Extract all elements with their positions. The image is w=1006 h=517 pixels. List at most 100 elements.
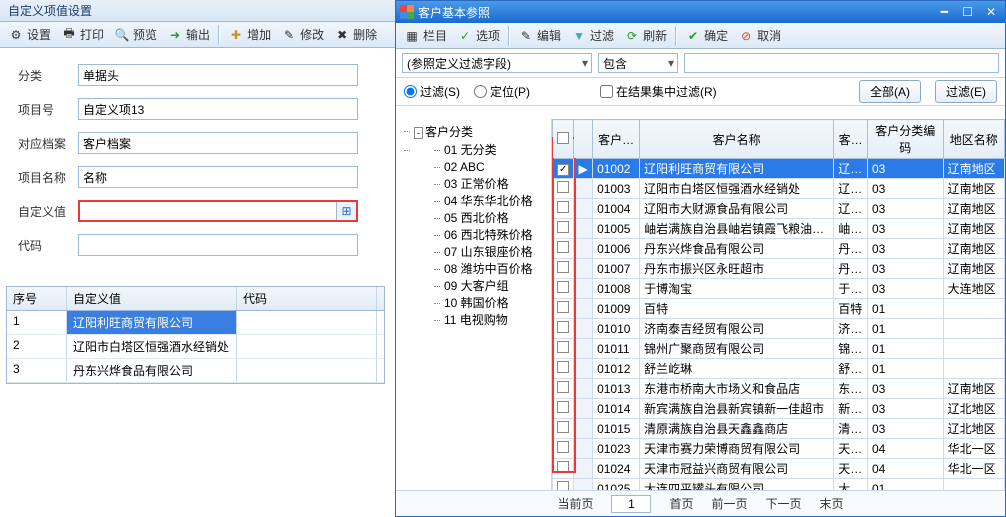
itemno-input[interactable] — [78, 98, 358, 120]
tree-item[interactable]: 11 电视购物 — [414, 312, 549, 329]
pager-next[interactable]: 下一页 — [766, 495, 802, 512]
close-button[interactable]: ✕ — [981, 4, 1001, 20]
grid-cell-chk[interactable] — [553, 319, 574, 339]
grid-row[interactable]: 01023天津市赛力荣博商贸有限公司天…04华北一区 — [553, 439, 1005, 459]
mini-table-row[interactable]: 3丹东兴烨食品有限公司 — [7, 359, 384, 383]
grid-cell-chk[interactable] — [553, 279, 574, 299]
grid-cell-c2: 天… — [834, 439, 868, 459]
tree-item[interactable]: 01 无分类 — [414, 142, 549, 159]
pager-prev[interactable]: 前一页 — [711, 495, 747, 512]
pager-first[interactable]: 首页 — [669, 495, 693, 512]
resultset-check[interactable]: 在结果集中过滤(R) — [600, 83, 717, 100]
tree-item[interactable]: 09 大客户组 — [414, 278, 549, 295]
grid-cell-chk[interactable] — [553, 419, 574, 439]
code-input[interactable] — [78, 234, 358, 256]
option-button[interactable]: ✓选项 — [453, 25, 504, 46]
grid-h-cat[interactable]: 客户分类编码 — [868, 120, 944, 159]
maximize-button[interactable]: ☐ — [958, 4, 978, 20]
mini-table-row[interactable]: 1辽阳利旺商贸有限公司 — [7, 311, 384, 335]
pager-cur-input[interactable] — [611, 495, 651, 513]
grid-row[interactable]: 01013东港市桥南大市场义和食品店东…03辽南地区 — [553, 379, 1005, 399]
pager-last[interactable]: 末页 — [820, 495, 844, 512]
grid-cell-chk[interactable] — [553, 399, 574, 419]
filter-value-input[interactable] — [684, 53, 999, 73]
settings-button[interactable]: ⚙设置 — [4, 24, 55, 45]
grid-row[interactable]: 01024天津市冠益兴商贸有限公司天…04华北一区 — [553, 459, 1005, 479]
grid-row[interactable]: 01004辽阳市大财源食品有限公司辽…03辽南地区 — [553, 199, 1005, 219]
print-button[interactable]: 🖶打印 — [57, 24, 108, 45]
add-button[interactable]: ✚增加 — [224, 24, 275, 45]
grid-row[interactable]: 01009百特百特01 — [553, 299, 1005, 319]
export-button[interactable]: ➜输出 — [163, 24, 214, 45]
grid-h-chk[interactable] — [553, 120, 574, 159]
filter-button[interactable]: ▼过滤 — [567, 25, 618, 46]
grid-row[interactable]: 01008于博淘宝于…03大连地区 — [553, 279, 1005, 299]
category-tree[interactable]: -客户分类 01 无分类02 ABC03 正常价格04 华东华北价格05 西北价… — [396, 119, 552, 490]
grid-cell-chk[interactable] — [553, 199, 574, 219]
archive-input[interactable] — [78, 132, 358, 154]
grid-row[interactable]: 01007丹东市振兴区永旺超市丹…03辽南地区 — [553, 259, 1005, 279]
grid-row[interactable]: 01012舒兰屹琳舒…01 — [553, 359, 1005, 379]
grid-row[interactable]: 01003辽阳市白塔区恒强酒水经销处辽…03辽南地区 — [553, 179, 1005, 199]
grid-cell-chk[interactable] — [553, 479, 574, 491]
grid-row[interactable]: 01015清原满族自治县天鑫鑫商店清…03辽北地区 — [553, 419, 1005, 439]
filter-op-combo[interactable]: 包含 — [598, 53, 678, 73]
grid-h-code[interactable]: 客户… — [593, 120, 640, 159]
grid-row[interactable]: ▶01002辽阳利旺商贸有限公司辽…03辽南地区 — [553, 159, 1005, 179]
grid-cell-chk[interactable] — [553, 219, 574, 239]
grid-row[interactable]: 01006丹东兴烨食品有限公司丹…03辽南地区 — [553, 239, 1005, 259]
grid-cell-chk[interactable] — [553, 359, 574, 379]
grid-cell-chk[interactable] — [553, 259, 574, 279]
grid-cell-chk[interactable] — [553, 379, 574, 399]
itemname-input[interactable] — [78, 166, 358, 188]
grid-cell-area: 辽北地区 — [943, 399, 1004, 419]
grid-row[interactable]: 01014新宾满族自治县新宾镇新一佳超市新…03辽北地区 — [553, 399, 1005, 419]
edit-button[interactable]: ✎编辑 — [514, 25, 565, 46]
grid-cell-chk[interactable] — [553, 339, 574, 359]
tree-item[interactable]: 03 正常价格 — [414, 176, 549, 193]
cancel-button[interactable]: ⊘取消 — [734, 25, 785, 46]
tree-item[interactable]: 02 ABC — [414, 159, 549, 176]
radio-locate[interactable]: 定位(P) — [474, 83, 530, 100]
custom-input[interactable] — [84, 202, 332, 220]
grid-h-area[interactable]: 地区名称 — [943, 120, 1004, 159]
category-input[interactable] — [78, 64, 358, 86]
all-button[interactable]: 全部(A) — [859, 80, 921, 103]
grid-cell-chk[interactable] — [553, 179, 574, 199]
tree-item[interactable]: 08 潍坊中百价格 — [414, 261, 549, 278]
grid-cell-rm — [574, 459, 593, 479]
lookup-button[interactable]: ⊞ — [336, 202, 356, 220]
refresh-icon: ⟳ — [624, 28, 640, 44]
tree-root-node[interactable]: -客户分类 — [400, 123, 549, 142]
refresh-button[interactable]: ⟳刷新 — [620, 25, 671, 46]
minimize-button[interactable]: ━ — [934, 4, 954, 20]
delete-button[interactable]: ✖删除 — [330, 24, 381, 45]
filter-field-combo[interactable]: (参照定义过滤字段) — [402, 53, 592, 73]
filter-exec-button[interactable]: 过滤(E) — [935, 80, 997, 103]
grid-row[interactable]: 01005岫岩满族自治县岫岩镇霞飞粮油…岫…03辽南地区 — [553, 219, 1005, 239]
tree-item[interactable]: 07 山东银座价格 — [414, 244, 549, 261]
tree-item[interactable]: 05 西北价格 — [414, 210, 549, 227]
tree-item[interactable]: 04 华东华北价格 — [414, 193, 549, 210]
radio-filter[interactable]: 过滤(S) — [404, 83, 460, 100]
tree-item[interactable]: 10 韩国价格 — [414, 295, 549, 312]
preview-button[interactable]: 🔍预览 — [110, 24, 161, 45]
grid-cell-chk[interactable] — [553, 459, 574, 479]
grid-cell-area: 辽南地区 — [943, 259, 1004, 279]
grid-cell-chk[interactable] — [553, 299, 574, 319]
grid-cell-chk[interactable] — [553, 159, 574, 179]
grid-row[interactable]: 01011锦州广聚商贸有限公司锦…01 — [553, 339, 1005, 359]
ok-button[interactable]: ✔确定 — [681, 25, 732, 46]
tree-item[interactable]: 06 西北特殊价格 — [414, 227, 549, 244]
grid-cell-name: 济南泰吉经贸有限公司 — [640, 319, 834, 339]
grid-cell-chk[interactable] — [553, 439, 574, 459]
customer-grid[interactable]: 客户… 客户名称 客… 客户分类编码 地区名称 ▶01002辽阳利旺商贸有限公司… — [552, 119, 1005, 490]
grid-row[interactable]: 01025大连四平罐头有限公司大…01 — [553, 479, 1005, 491]
column-button[interactable]: ▦栏目 — [400, 25, 451, 46]
grid-row[interactable]: 01010济南泰吉经贸有限公司济…01 — [553, 319, 1005, 339]
grid-h-c2[interactable]: 客… — [834, 120, 868, 159]
modify-button[interactable]: ✎修改 — [277, 24, 328, 45]
grid-cell-chk[interactable] — [553, 239, 574, 259]
grid-h-name[interactable]: 客户名称 — [640, 120, 834, 159]
mini-table-row[interactable]: 2辽阳市白塔区恒强酒水经销处 — [7, 335, 384, 359]
